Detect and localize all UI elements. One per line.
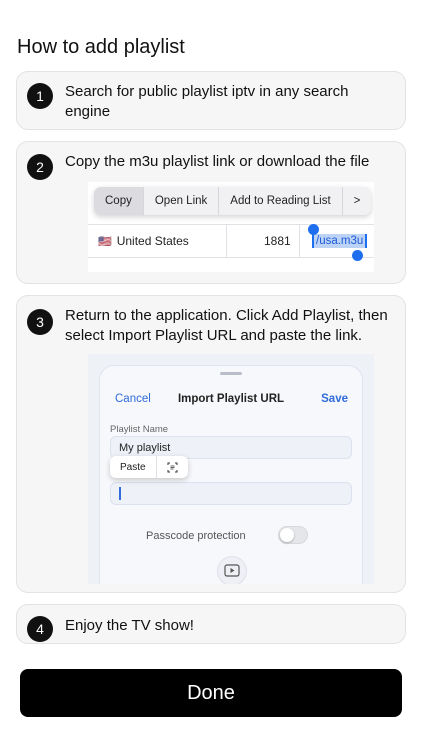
- playlist-url-field: [110, 482, 352, 505]
- step-card-3: 3 Return to the application. Click Add P…: [16, 295, 406, 593]
- step-text: Return to the application. Click Add Pla…: [65, 307, 388, 344]
- passcode-toggle: [278, 526, 308, 544]
- import-url-illustration: Import Playlist URL Cancel Save Playlist…: [88, 354, 374, 584]
- sheet-cancel-label: Cancel: [115, 393, 151, 405]
- step-card-2: 2 Copy the m3u playlist link or download…: [16, 141, 406, 284]
- step-text: Search for public playlist iptv in any s…: [65, 83, 349, 120]
- step-number-badge: 2: [27, 154, 53, 180]
- play-icon: [217, 556, 247, 584]
- field-label: Playlist Name: [110, 424, 169, 435]
- step-number-badge: 4: [27, 616, 53, 642]
- table-row: 🇺🇸 United States 1881 /usa.m3u: [88, 224, 374, 258]
- import-sheet: Import Playlist URL Cancel Save Playlist…: [100, 366, 362, 584]
- copy-link-illustration: Copy Open Link Add to Reading List > 🇺🇸 …: [88, 182, 374, 272]
- done-button[interactable]: Done: [20, 669, 402, 717]
- context-menu-copy: Copy: [94, 187, 144, 215]
- toggle-knob: [280, 528, 294, 542]
- page-title: How to add playlist: [17, 36, 185, 58]
- text-cursor: [119, 487, 121, 500]
- column-divider: [299, 225, 300, 257]
- sheet-save-label: Save: [321, 393, 348, 405]
- step-text: Enjoy the TV show!: [65, 617, 194, 634]
- paste-popover: Paste: [110, 456, 188, 478]
- selection-handle-end: [352, 250, 363, 261]
- context-menu-add-reading-list: Add to Reading List: [219, 187, 343, 215]
- step-card-1: 1 Search for public playlist iptv in any…: [16, 71, 406, 130]
- sheet-grabber: [220, 372, 242, 375]
- step-number-badge: 3: [27, 309, 53, 335]
- step-number-badge: 1: [27, 83, 53, 109]
- selection-handle-start: [308, 224, 319, 235]
- context-menu-open-link: Open Link: [144, 187, 220, 215]
- context-menu: Copy Open Link Add to Reading List >: [94, 187, 372, 215]
- us-flag-icon: 🇺🇸: [98, 235, 112, 248]
- step-card-4: 4 Enjoy the TV show!: [16, 604, 406, 644]
- step-text: Copy the m3u playlist link or download t…: [65, 153, 370, 170]
- chevron-right-icon: >: [353, 195, 361, 207]
- channel-count: 1881: [264, 234, 291, 248]
- column-divider: [226, 225, 227, 257]
- selected-url: /usa.m3u: [312, 234, 368, 248]
- passcode-label: Passcode protection: [146, 530, 246, 542]
- country-name: United States: [116, 234, 189, 248]
- paste-option: Paste: [120, 461, 146, 473]
- scan-text-icon: [155, 456, 188, 478]
